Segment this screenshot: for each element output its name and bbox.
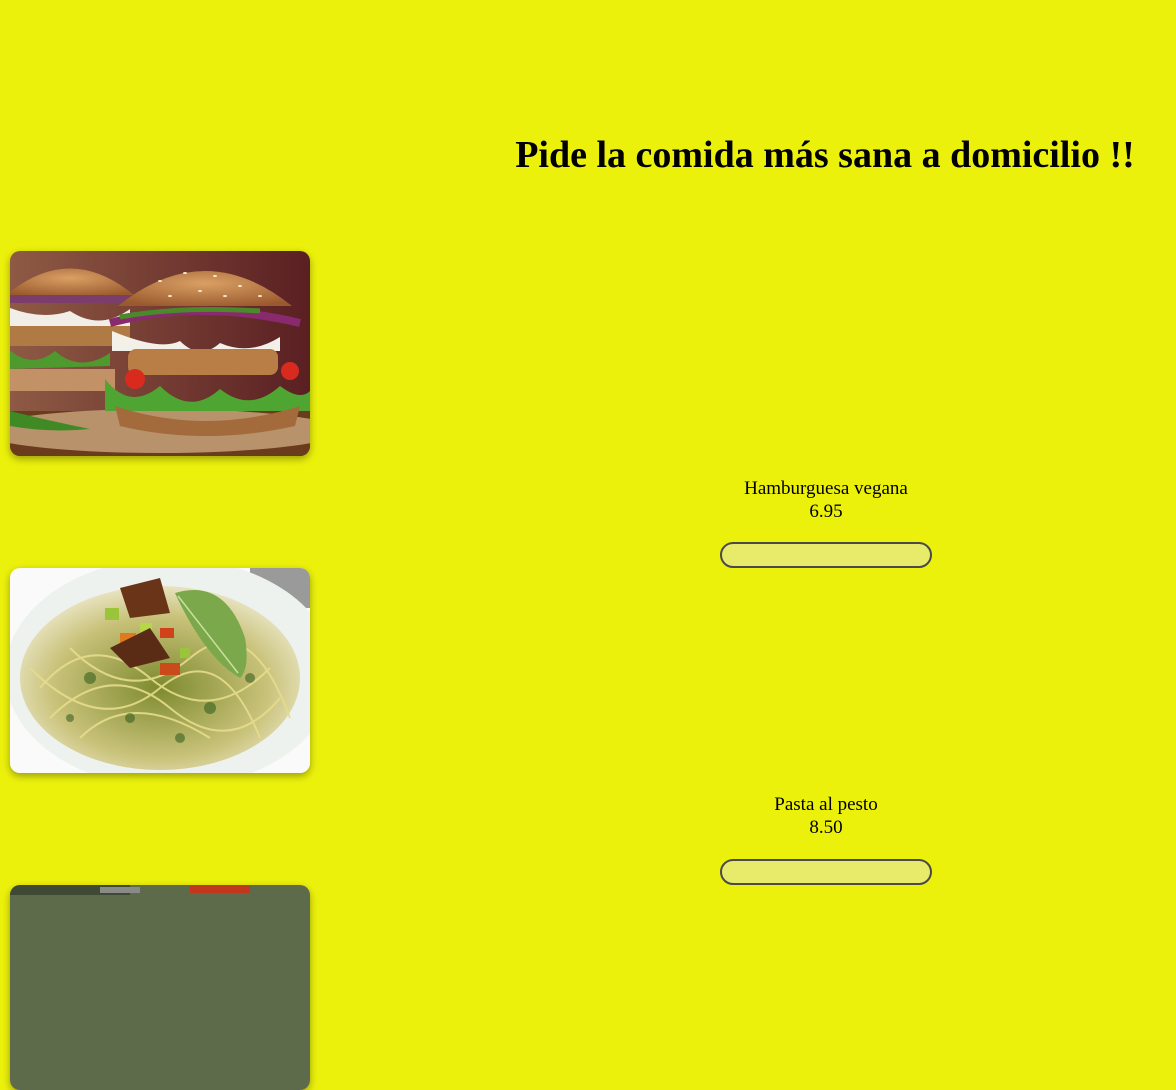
menu-item-price: 6.95 (809, 501, 843, 522)
page-title: Pide la comida más sana a domicilio !! (515, 134, 1135, 176)
order-button[interactable] (720, 859, 932, 885)
menu-item-name: Pasta al pesto (774, 794, 878, 815)
order-button[interactable] (720, 542, 932, 568)
menu-item-price: 8.50 (809, 817, 843, 838)
veggie-burger-photo (10, 251, 310, 456)
pesto-pasta-photo (10, 568, 310, 773)
menu-item-info: Pasta al pesto 8.50 (676, 793, 976, 839)
menu-item-info: Hamburguesa vegana 6.95 (676, 477, 976, 523)
menu-item-name: Hamburguesa vegana (744, 478, 908, 499)
salad-photo (10, 885, 310, 1090)
